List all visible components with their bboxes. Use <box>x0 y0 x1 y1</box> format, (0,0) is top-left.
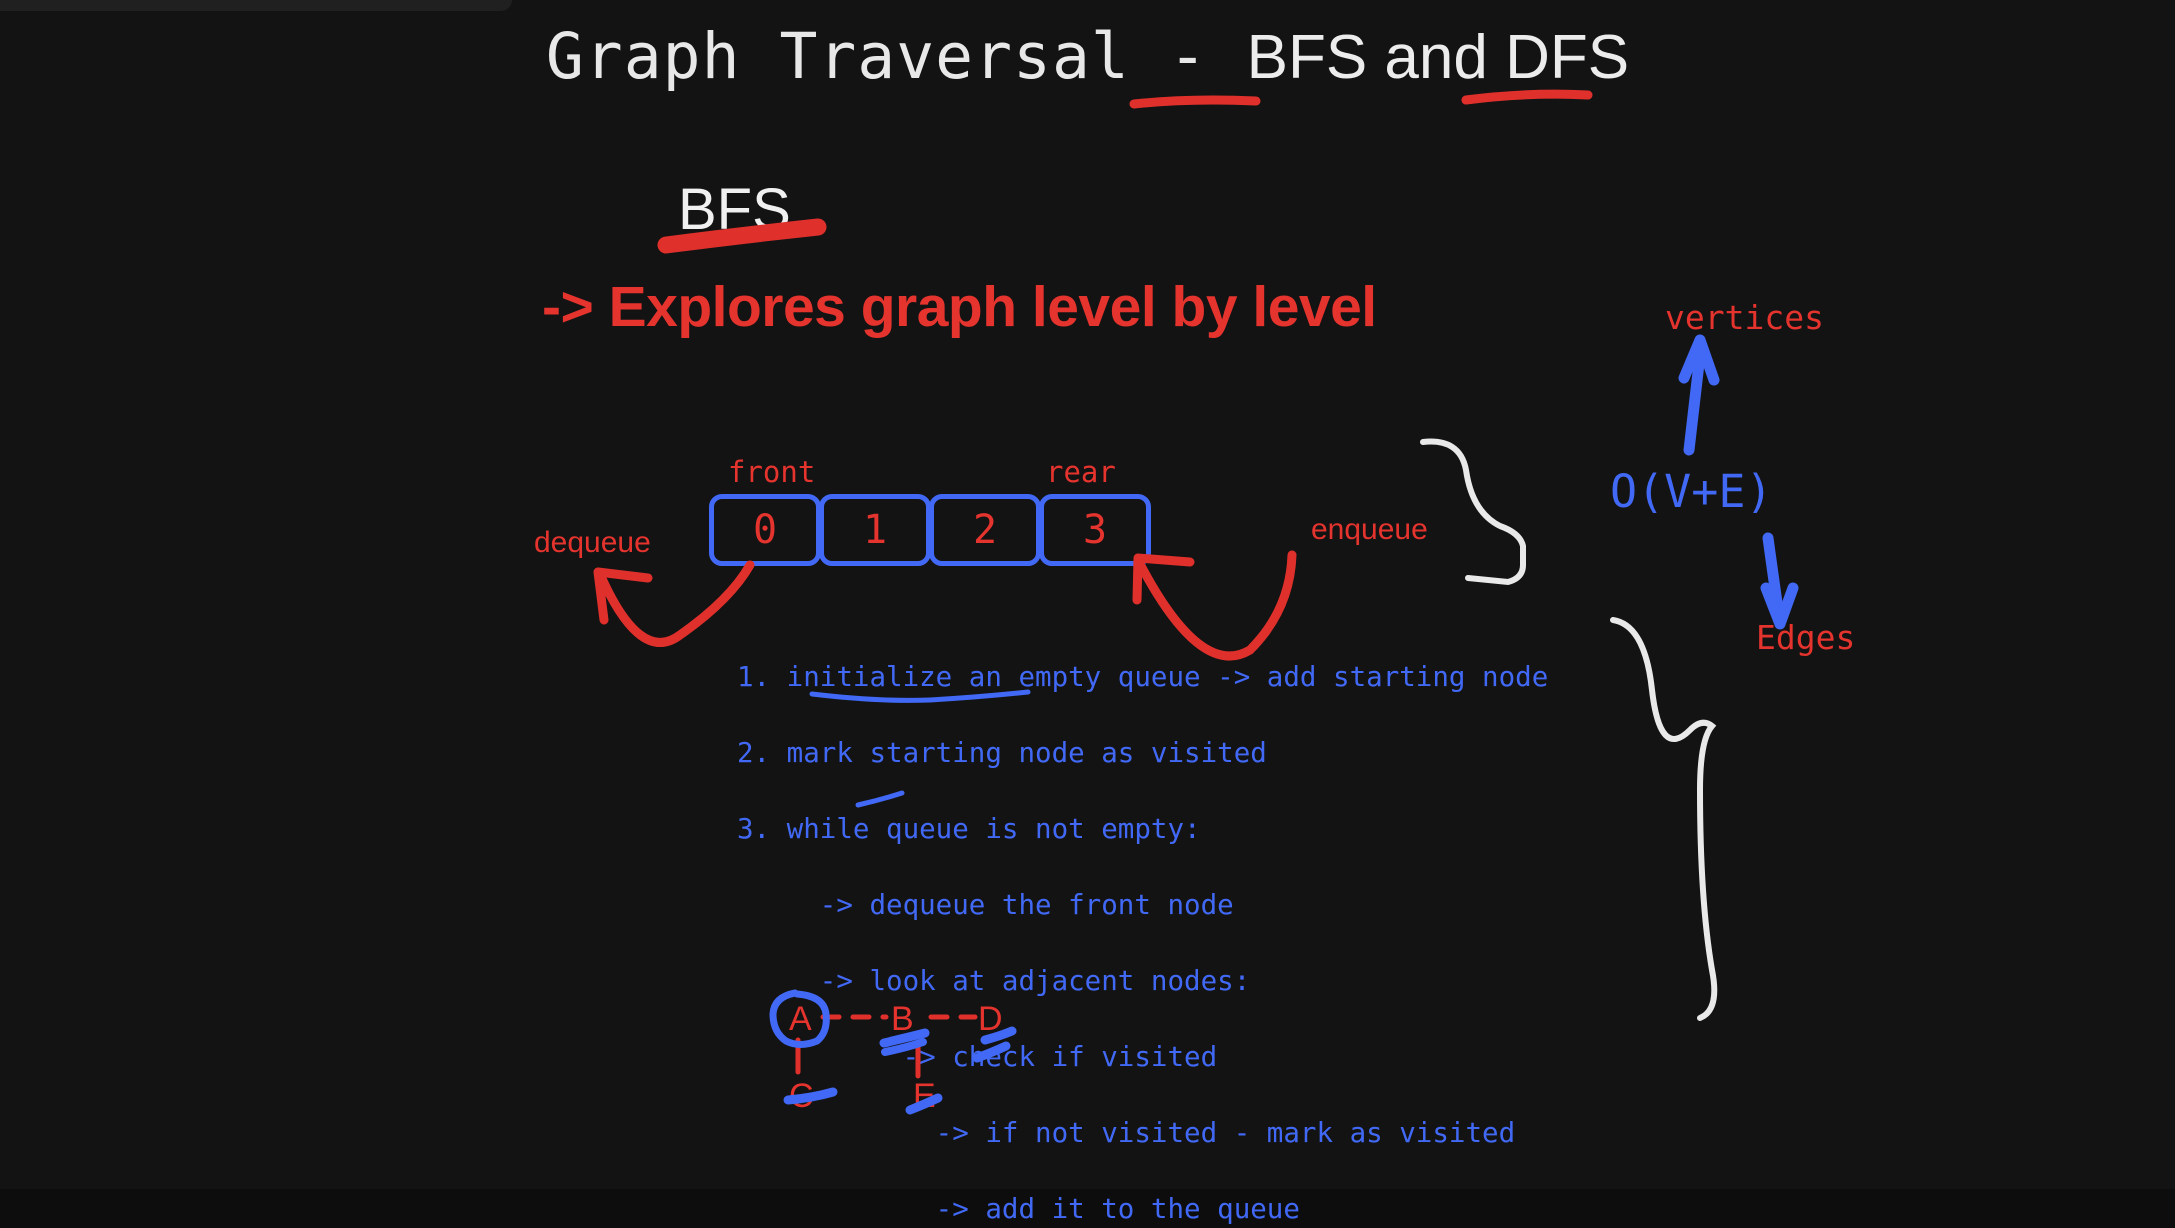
dequeue-label: dequeue <box>534 526 651 559</box>
algorithm-step-line: -> check if visited <box>737 1041 1218 1073</box>
dequeue-arrow-head <box>593 567 653 625</box>
queue-rear-label: rear <box>1046 455 1116 489</box>
queue-cell: 3 <box>1039 494 1151 566</box>
page-title: Graph Traversal - BFS and DFS <box>0 20 2175 93</box>
graph-node-d: D <box>978 1000 1003 1038</box>
page-title-mono-part: Graph Traversal - <box>545 20 1247 93</box>
white-brace-small <box>1420 438 1526 586</box>
algorithm-step-line: 2. mark starting node as visited <box>737 737 1267 769</box>
page-title-bfs-wrap: BFS <box>1247 22 1368 93</box>
algorithm-steps: 1. initialize an empty queue -> add star… <box>737 658 1548 1228</box>
dequeue-arrow <box>595 560 755 647</box>
page-title-dfs-wrap: DFS <box>1505 22 1629 93</box>
enqueue-arrow <box>1133 550 1297 661</box>
section-description: -> Explores graph level by level <box>542 275 1377 339</box>
algorithm-step-line: -> if not visited - mark as visited <box>737 1117 1516 1149</box>
graph-node-c: C <box>789 1077 814 1115</box>
graph-node-b: B <box>891 1000 914 1038</box>
queue-diagram: 0 1 2 3 <box>709 494 1151 566</box>
title-dfs-underline <box>1461 89 1593 105</box>
page-title-bfs: BFS <box>1246 23 1368 92</box>
algorithm-step-line: 1. initialize an empty queue -> add star… <box>737 661 1549 693</box>
graph-node-a: A <box>789 1000 812 1038</box>
vertices-arrow <box>1683 349 1706 456</box>
algorithm-step-line: -> dequeue the front node <box>737 889 1234 921</box>
browser-chrome-strip <box>0 0 512 11</box>
vertices-arrow-head <box>1678 334 1720 386</box>
white-brace-large <box>1610 617 1718 1021</box>
queue-cell: 0 <box>709 494 821 566</box>
algorithm-step-line: -> add it to the queue <box>737 1193 1300 1225</box>
page-title-dfs: DFS <box>1505 23 1630 92</box>
whiteboard-canvas: Graph Traversal - BFS and DFS BFS -> Exp… <box>0 0 2175 1225</box>
page-title-and: and <box>1367 23 1506 92</box>
enqueue-label: enqueue <box>1311 513 1428 546</box>
queue-cell: 1 <box>819 494 931 566</box>
edges-label: Edges <box>1756 618 1856 657</box>
edges-arrow <box>1762 532 1784 616</box>
algorithm-step-line: -> look at adjacent nodes: <box>737 965 1251 997</box>
algorithm-step-line: 3. while queue is not empty: <box>737 813 1201 845</box>
queue-cell: 2 <box>929 494 1041 566</box>
title-bfs-underline <box>1129 95 1261 109</box>
section-heading-bfs: BFS <box>678 177 791 242</box>
graph-node-e: E <box>913 1077 936 1115</box>
queue-front-label: front <box>728 455 816 489</box>
complexity-notation: O(V+E) <box>1610 465 1773 518</box>
vertices-label: vertices <box>1665 298 1824 337</box>
